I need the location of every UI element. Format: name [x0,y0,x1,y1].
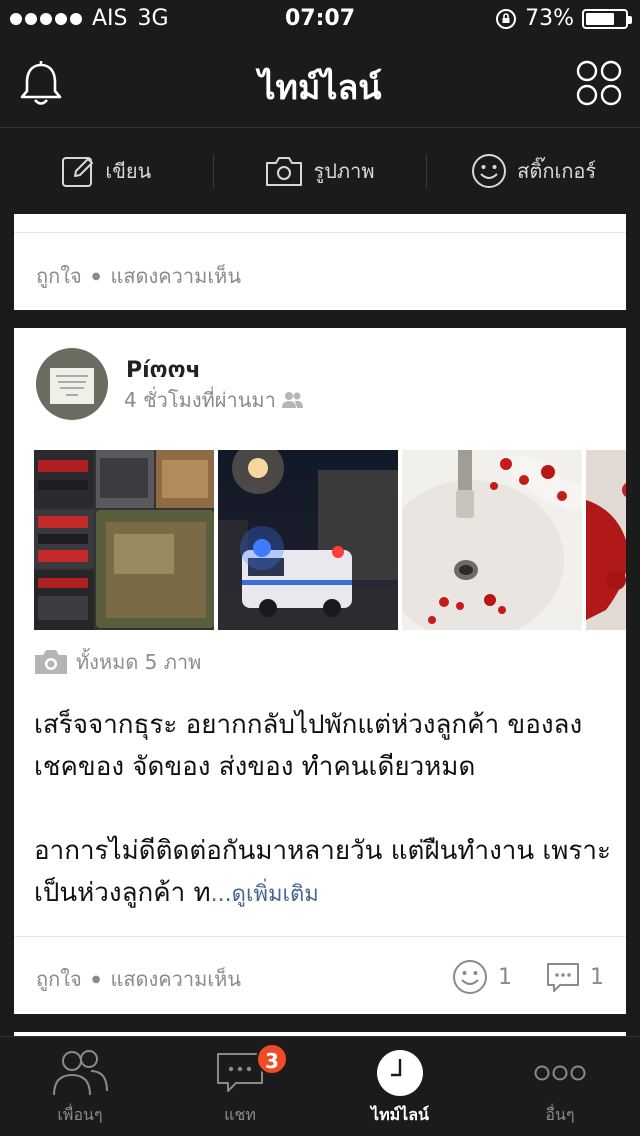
photo-thumbnail[interactable] [34,450,214,630]
grid-icon[interactable] [576,60,622,106]
tab-bar: เพื่อนๆ แชท ไทม์ไลน์ อื่นๆ 3 [0,1036,640,1136]
post-actions: ถูกใจ ● แสดงความเห็น [36,963,241,995]
post-paragraph: อาการไม่ดีติดต่อกันมาหลายวัน แต่ฝืนทำงาน… [34,830,614,916]
post-paragraph-text: อาการไม่ดีติดต่อกันมาหลายวัน แต่ฝืนทำงาน… [34,836,611,908]
comment-button[interactable]: แสดงความเห็น [110,260,241,292]
photo-thumbnail[interactable] [402,450,582,630]
tab-label: อื่นๆ [545,1105,575,1124]
photo-count-label: ทั้งหมด 5 ภาพ [76,650,202,674]
battery-icon [582,8,632,29]
photo-thumbnail[interactable] [218,450,398,630]
camera-icon [266,157,303,186]
tab-label: แชท [224,1105,256,1124]
camera-icon [35,650,67,674]
write-label: เขียน [105,159,152,183]
comment-count: 1 [590,964,604,990]
author-name[interactable]: Píოოч [126,358,201,383]
see-more-link[interactable]: ...ดูเพิ่มเติม [211,882,319,907]
comment-icon [547,963,579,992]
post-body: เสร็จจากธุระ อยากกลับไปพักแต่ห่วงลูกค้า … [34,704,614,916]
pencil-icon [62,157,94,187]
comment-count-button[interactable]: 1 [546,961,604,993]
tab-friends[interactable]: เพื่อนๆ [0,1037,160,1136]
rotation-lock-icon [496,8,517,29]
page-title: ไทม์ไลน์ [258,68,382,108]
smiley-icon [472,154,507,188]
photo-count[interactable]: ทั้งหมด 5 ภาพ [34,646,201,678]
more-icon [534,1065,586,1081]
photo-thumbnail[interactable] [586,450,626,630]
separator-dot: ● [91,270,101,282]
smiley-icon [453,960,487,994]
avatar-image [50,368,94,404]
sticker-button[interactable]: สติ๊กเกอร์ [426,154,640,188]
tab-chat[interactable]: แชท [160,1037,320,1136]
compose-bar: เขียน รูปภาพ สติ๊กเกอร์ [0,128,640,214]
photo-button[interactable]: รูปภาพ [212,154,427,188]
battery-fill [586,12,614,25]
tab-label: เพื่อนๆ [57,1105,103,1124]
like-button[interactable]: ถูกใจ [36,963,82,995]
clock-icon [377,1050,423,1096]
photo-label: รูปภาพ [313,159,375,183]
previous-post-actions: ถูกใจ ● แสดงความเห็น [36,260,241,292]
like-button[interactable]: ถูกใจ [36,260,82,292]
post-footer: ถูกใจ ● แสดงความเห็น 1 1 [14,936,626,1014]
tab-label: ไทม์ไลน์ [371,1105,429,1124]
nav-bar: ไทม์ไลน์ [0,40,640,128]
tab-timeline[interactable]: ไทม์ไลน์ [320,1037,480,1136]
battery-percent: 73% [525,6,574,31]
like-count: 1 [498,964,512,990]
separator-dot: ● [91,973,101,985]
post-stats: 1 1 [452,959,604,995]
comment-button[interactable]: แสดงความเห็น [110,963,241,995]
write-button[interactable]: เขียน [0,154,213,188]
post-meta: 4 ชั่วโมงที่ผ่านมา [124,384,304,416]
status-right: 73% [495,6,632,31]
sticker-label: สติ๊กเกอร์ [517,159,597,183]
chat-unread-badge: 3 [256,1043,288,1075]
avatar[interactable] [36,348,108,420]
post-time: 4 ชั่วโมงที่ผ่านมา [124,388,276,412]
tab-more[interactable]: อื่นๆ [480,1037,640,1136]
divider [14,232,626,233]
timeline-feed[interactable]: ถูกใจ ● แสดงความเห็น Píოოч 4 ชั่วโมงที่ผ… [0,214,640,1036]
friends-icon [53,1050,108,1096]
status-bar: AIS 3G 07:07 73% [0,0,640,40]
like-count-button[interactable]: 1 [452,959,512,995]
friends-only-icon [281,392,303,408]
post-card: Píოოч 4 ชั่วโมงที่ผ่านมา ทั้งหมด 5 ภาพ เ… [14,328,626,1014]
post-paragraph: เสร็จจากธุระ อยากกลับไปพักแต่ห่วงลูกค้า … [34,710,583,782]
photo-strip[interactable] [34,450,626,630]
previous-post-card: ถูกใจ ● แสดงความเห็น [14,214,626,310]
